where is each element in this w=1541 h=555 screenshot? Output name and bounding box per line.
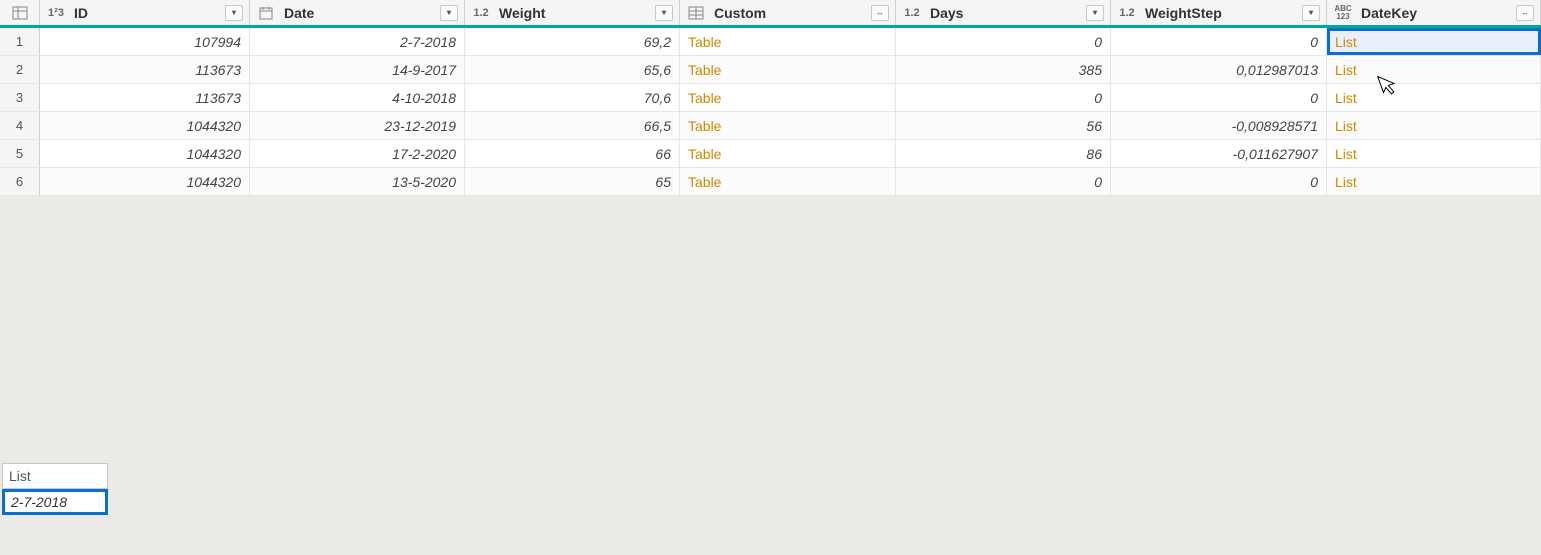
cell-weightstep[interactable]: -0,008928571: [1111, 112, 1327, 139]
filter-dropdown-icon[interactable]: ▾: [440, 5, 458, 21]
cell-date[interactable]: 13-5-2020: [250, 168, 465, 195]
cell-date[interactable]: 4-10-2018: [250, 84, 465, 111]
preview-header: List: [2, 463, 108, 489]
cell-weightstep[interactable]: 0: [1111, 84, 1327, 111]
cell-id[interactable]: 113673: [40, 84, 250, 111]
cell-weightstep[interactable]: 0: [1111, 168, 1327, 195]
row-number[interactable]: 4: [0, 112, 40, 139]
cell-custom[interactable]: Table: [680, 56, 896, 83]
col-header-custom[interactable]: Custom ↔: [680, 0, 896, 25]
cell-datekey[interactable]: List: [1327, 112, 1541, 139]
table-row[interactable]: 4104432023-12-201966,5Table56-0,00892857…: [0, 112, 1541, 140]
col-label: Date: [282, 5, 436, 21]
cell-days[interactable]: 0: [896, 84, 1111, 111]
table-row[interactable]: 31136734-10-201870,6Table00List: [0, 84, 1541, 112]
cell-custom[interactable]: Table: [680, 140, 896, 167]
col-label: ID: [72, 5, 221, 21]
col-label: Weight: [497, 5, 651, 21]
cell-weight[interactable]: 69,2: [465, 28, 680, 55]
col-label: Days: [928, 5, 1082, 21]
col-label: DateKey: [1359, 5, 1512, 21]
row-number[interactable]: 6: [0, 168, 40, 195]
cell-weight[interactable]: 66,5: [465, 112, 680, 139]
table-row[interactable]: 211367314-9-201765,6Table3850,012987013L…: [0, 56, 1541, 84]
cell-datekey[interactable]: List: [1327, 168, 1541, 195]
date-type-icon: [254, 3, 278, 23]
cell-days[interactable]: 385: [896, 56, 1111, 83]
cell-date[interactable]: 23-12-2019: [250, 112, 465, 139]
cell-weight[interactable]: 65: [465, 168, 680, 195]
table-row[interactable]: 6104432013-5-202065Table00List: [0, 168, 1541, 196]
cell-datekey[interactable]: List: [1327, 140, 1541, 167]
cell-days[interactable]: 0: [896, 28, 1111, 55]
row-number[interactable]: 2: [0, 56, 40, 83]
cell-preview-panel: List 2-7-2018: [2, 463, 108, 515]
cell-datekey[interactable]: List: [1327, 84, 1541, 111]
cell-id[interactable]: 1044320: [40, 140, 250, 167]
cell-custom[interactable]: Table: [680, 168, 896, 195]
row-number[interactable]: 3: [0, 84, 40, 111]
cell-date[interactable]: 17-2-2020: [250, 140, 465, 167]
cell-id[interactable]: 113673: [40, 56, 250, 83]
cell-id[interactable]: 107994: [40, 28, 250, 55]
cell-days[interactable]: 56: [896, 112, 1111, 139]
preview-value[interactable]: 2-7-2018: [2, 489, 108, 515]
decimal-type-icon: 1.2: [469, 3, 493, 23]
cell-date[interactable]: 2-7-2018: [250, 28, 465, 55]
row-number[interactable]: 5: [0, 140, 40, 167]
int-type-icon: 1²3: [44, 3, 68, 23]
expand-icon[interactable]: ↔: [871, 5, 889, 21]
row-number[interactable]: 1: [0, 28, 40, 55]
cell-days[interactable]: 86: [896, 140, 1111, 167]
data-grid: 1²3 ID ▾ Date ▾ 1.2 Weight ▾ Custom ↔ 1.…: [0, 0, 1541, 196]
col-header-weightstep[interactable]: 1.2 WeightStep ▾: [1111, 0, 1327, 25]
cell-weightstep[interactable]: -0,011627907: [1111, 140, 1327, 167]
filter-dropdown-icon[interactable]: ▾: [225, 5, 243, 21]
cell-datekey[interactable]: List: [1327, 56, 1541, 83]
decimal-type-icon: 1.2: [900, 3, 924, 23]
col-label: WeightStep: [1143, 5, 1298, 21]
expand-icon[interactable]: ↔: [1516, 5, 1534, 21]
cell-datekey[interactable]: List: [1327, 28, 1541, 55]
col-header-weight[interactable]: 1.2 Weight ▾: [465, 0, 680, 25]
filter-dropdown-icon[interactable]: ▾: [655, 5, 673, 21]
header-row: 1²3 ID ▾ Date ▾ 1.2 Weight ▾ Custom ↔ 1.…: [0, 0, 1541, 28]
cell-weightstep[interactable]: 0,012987013: [1111, 56, 1327, 83]
table-corner-button[interactable]: [0, 0, 40, 25]
cell-custom[interactable]: Table: [680, 28, 896, 55]
cell-weight[interactable]: 66: [465, 140, 680, 167]
table-icon: [12, 6, 28, 20]
cell-weight[interactable]: 70,6: [465, 84, 680, 111]
cell-weightstep[interactable]: 0: [1111, 28, 1327, 55]
any-type-icon: ABC123: [1331, 3, 1355, 23]
cell-id[interactable]: 1044320: [40, 168, 250, 195]
col-header-id[interactable]: 1²3 ID ▾: [40, 0, 250, 25]
cell-weight[interactable]: 65,6: [465, 56, 680, 83]
filter-dropdown-icon[interactable]: ▾: [1086, 5, 1104, 21]
cell-id[interactable]: 1044320: [40, 112, 250, 139]
decimal-type-icon: 1.2: [1115, 3, 1139, 23]
col-header-date[interactable]: Date ▾: [250, 0, 465, 25]
col-header-days[interactable]: 1.2 Days ▾: [896, 0, 1111, 25]
table-row[interactable]: 11079942-7-201869,2Table00List: [0, 28, 1541, 56]
table-type-icon: [684, 3, 708, 23]
table-row[interactable]: 5104432017-2-202066Table86-0,011627907Li…: [0, 140, 1541, 168]
data-rows: 11079942-7-201869,2Table00List211367314-…: [0, 28, 1541, 196]
cell-date[interactable]: 14-9-2017: [250, 56, 465, 83]
col-header-datekey[interactable]: ABC123 DateKey ↔: [1327, 0, 1541, 25]
col-label: Custom: [712, 5, 867, 21]
filter-dropdown-icon[interactable]: ▾: [1302, 5, 1320, 21]
cell-custom[interactable]: Table: [680, 84, 896, 111]
cell-days[interactable]: 0: [896, 168, 1111, 195]
cell-custom[interactable]: Table: [680, 112, 896, 139]
